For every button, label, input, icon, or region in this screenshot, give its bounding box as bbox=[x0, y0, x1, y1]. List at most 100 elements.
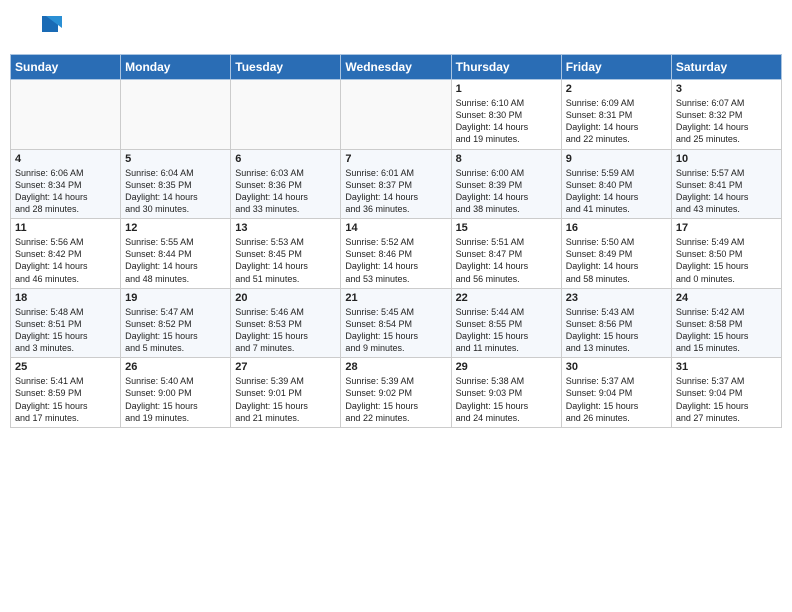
day-info: Sunrise: 5:57 AM Sunset: 8:41 PM Dayligh… bbox=[676, 167, 777, 216]
day-info: Sunrise: 6:04 AM Sunset: 8:35 PM Dayligh… bbox=[125, 167, 226, 216]
day-number: 15 bbox=[456, 222, 557, 234]
week-row-2: 4Sunrise: 6:06 AM Sunset: 8:34 PM Daylig… bbox=[11, 149, 782, 219]
day-info: Sunrise: 5:49 AM Sunset: 8:50 PM Dayligh… bbox=[676, 236, 777, 285]
week-row-1: 1 Sunrise: 6:10 AM Sunset: 8:30 PM Daylig… bbox=[11, 80, 782, 150]
day-info: Sunrise: 5:39 AM Sunset: 9:02 PM Dayligh… bbox=[345, 375, 446, 424]
day-number: 16 bbox=[566, 222, 667, 234]
day-info: Sunrise: 5:56 AM Sunset: 8:42 PM Dayligh… bbox=[15, 236, 116, 285]
day-number: 20 bbox=[235, 292, 336, 304]
logo-icon bbox=[18, 12, 62, 48]
weekday-header-wednesday: Wednesday bbox=[341, 55, 451, 80]
day-number: 3 bbox=[676, 83, 777, 95]
day-number: 12 bbox=[125, 222, 226, 234]
day-info: Sunrise: 5:44 AM Sunset: 8:55 PM Dayligh… bbox=[456, 306, 557, 355]
weekday-header-sunday: Sunday bbox=[11, 55, 121, 80]
day-info: Sunrise: 5:50 AM Sunset: 8:49 PM Dayligh… bbox=[566, 236, 667, 285]
day-cell: 24 Sunrise: 5:42 AM Sunset: 8:58 PM Dayli… bbox=[671, 288, 781, 358]
day-number: 24 bbox=[676, 292, 777, 304]
day-cell: 10 Sunrise: 5:57 AM Sunset: 8:41 PM Dayli… bbox=[671, 149, 781, 219]
day-info: Sunrise: 5:38 AM Sunset: 9:03 PM Dayligh… bbox=[456, 375, 557, 424]
weekday-header-tuesday: Tuesday bbox=[231, 55, 341, 80]
weekday-header-friday: Friday bbox=[561, 55, 671, 80]
day-info: Sunrise: 6:07 AM Sunset: 8:32 PM Dayligh… bbox=[676, 97, 777, 146]
day-info: Sunrise: 5:52 AM Sunset: 8:46 PM Dayligh… bbox=[345, 236, 446, 285]
day-number: 14 bbox=[345, 222, 446, 234]
day-number: 8 bbox=[456, 153, 557, 165]
day-cell: 25 Sunrise: 5:41 AM Sunset: 8:59 PM Dayli… bbox=[11, 358, 121, 428]
day-cell: 2Sunrise: 6:09 AM Sunset: 8:31 PM Daylig… bbox=[561, 80, 671, 150]
day-cell: 20 Sunrise: 5:46 AM Sunset: 8:53 PM Dayli… bbox=[231, 288, 341, 358]
day-info: Sunrise: 5:51 AM Sunset: 8:47 PM Dayligh… bbox=[456, 236, 557, 285]
day-info: Sunrise: 6:10 AM Sunset: 8:30 PM Dayligh… bbox=[456, 97, 557, 146]
day-cell: 1 Sunrise: 6:10 AM Sunset: 8:30 PM Daylig… bbox=[451, 80, 561, 150]
day-number: 10 bbox=[676, 153, 777, 165]
day-number: 11 bbox=[15, 222, 116, 234]
day-info: Sunrise: 5:47 AM Sunset: 8:52 PM Dayligh… bbox=[125, 306, 226, 355]
weekday-header-saturday: Saturday bbox=[671, 55, 781, 80]
day-cell: 5 Sunrise: 6:04 AM Sunset: 8:35 PM Daylig… bbox=[121, 149, 231, 219]
day-info: Sunrise: 5:45 AM Sunset: 8:54 PM Dayligh… bbox=[345, 306, 446, 355]
day-number: 7 bbox=[345, 153, 446, 165]
day-cell: 21 Sunrise: 5:45 AM Sunset: 8:54 PM Dayli… bbox=[341, 288, 451, 358]
day-number: 25 bbox=[15, 361, 116, 373]
day-cell bbox=[121, 80, 231, 150]
day-number: 21 bbox=[345, 292, 446, 304]
day-info: Sunrise: 5:48 AM Sunset: 8:51 PM Dayligh… bbox=[15, 306, 116, 355]
day-cell: 17 Sunrise: 5:49 AM Sunset: 8:50 PM Dayli… bbox=[671, 219, 781, 289]
day-info: Sunrise: 6:03 AM Sunset: 8:36 PM Dayligh… bbox=[235, 167, 336, 216]
day-cell: 11 Sunrise: 5:56 AM Sunset: 8:42 PM Dayli… bbox=[11, 219, 121, 289]
day-info: Sunrise: 6:01 AM Sunset: 8:37 PM Dayligh… bbox=[345, 167, 446, 216]
week-row-4: 18 Sunrise: 5:48 AM Sunset: 8:51 PM Dayli… bbox=[11, 288, 782, 358]
day-info: Sunrise: 6:00 AM Sunset: 8:39 PM Dayligh… bbox=[456, 167, 557, 216]
day-cell: 4Sunrise: 6:06 AM Sunset: 8:34 PM Daylig… bbox=[11, 149, 121, 219]
day-info: Sunrise: 5:46 AM Sunset: 8:53 PM Dayligh… bbox=[235, 306, 336, 355]
day-info: Sunrise: 5:55 AM Sunset: 8:44 PM Dayligh… bbox=[125, 236, 226, 285]
day-number: 5 bbox=[125, 153, 226, 165]
header bbox=[0, 0, 792, 54]
weekday-header-monday: Monday bbox=[121, 55, 231, 80]
day-cell: 9 Sunrise: 5:59 AM Sunset: 8:40 PM Daylig… bbox=[561, 149, 671, 219]
day-number: 17 bbox=[676, 222, 777, 234]
day-info: Sunrise: 6:09 AM Sunset: 8:31 PM Dayligh… bbox=[566, 97, 667, 146]
day-cell: 8 Sunrise: 6:00 AM Sunset: 8:39 PM Daylig… bbox=[451, 149, 561, 219]
day-cell: 27 Sunrise: 5:39 AM Sunset: 9:01 PM Dayli… bbox=[231, 358, 341, 428]
day-cell: 19 Sunrise: 5:47 AM Sunset: 8:52 PM Dayli… bbox=[121, 288, 231, 358]
day-cell: 31 Sunrise: 5:37 AM Sunset: 9:04 PM Dayli… bbox=[671, 358, 781, 428]
day-number: 19 bbox=[125, 292, 226, 304]
day-cell: 26Sunrise: 5:40 AM Sunset: 9:00 PM Dayli… bbox=[121, 358, 231, 428]
day-number: 18 bbox=[15, 292, 116, 304]
day-cell: 3 Sunrise: 6:07 AM Sunset: 8:32 PM Daylig… bbox=[671, 80, 781, 150]
day-number: 31 bbox=[676, 361, 777, 373]
day-cell: 15 Sunrise: 5:51 AM Sunset: 8:47 PM Dayli… bbox=[451, 219, 561, 289]
day-number: 23 bbox=[566, 292, 667, 304]
calendar-table: SundayMondayTuesdayWednesdayThursdayFrid… bbox=[10, 54, 782, 428]
week-row-5: 25 Sunrise: 5:41 AM Sunset: 8:59 PM Dayli… bbox=[11, 358, 782, 428]
day-cell bbox=[11, 80, 121, 150]
day-cell: 30 Sunrise: 5:37 AM Sunset: 9:04 PM Dayli… bbox=[561, 358, 671, 428]
day-number: 6 bbox=[235, 153, 336, 165]
day-cell bbox=[231, 80, 341, 150]
day-number: 1 bbox=[456, 83, 557, 95]
day-number: 26 bbox=[125, 361, 226, 373]
day-cell: 22Sunrise: 5:44 AM Sunset: 8:55 PM Dayli… bbox=[451, 288, 561, 358]
day-cell: 28 Sunrise: 5:39 AM Sunset: 9:02 PM Dayli… bbox=[341, 358, 451, 428]
day-number: 9 bbox=[566, 153, 667, 165]
day-info: Sunrise: 5:59 AM Sunset: 8:40 PM Dayligh… bbox=[566, 167, 667, 216]
day-cell: 14 Sunrise: 5:52 AM Sunset: 8:46 PM Dayli… bbox=[341, 219, 451, 289]
day-number: 28 bbox=[345, 361, 446, 373]
day-number: 30 bbox=[566, 361, 667, 373]
day-cell: 16 Sunrise: 5:50 AM Sunset: 8:49 PM Dayli… bbox=[561, 219, 671, 289]
day-info: Sunrise: 5:37 AM Sunset: 9:04 PM Dayligh… bbox=[566, 375, 667, 424]
day-cell: 12 Sunrise: 5:55 AM Sunset: 8:44 PM Dayli… bbox=[121, 219, 231, 289]
day-info: Sunrise: 5:42 AM Sunset: 8:58 PM Dayligh… bbox=[676, 306, 777, 355]
day-info: Sunrise: 5:39 AM Sunset: 9:01 PM Dayligh… bbox=[235, 375, 336, 424]
day-info: Sunrise: 5:53 AM Sunset: 8:45 PM Dayligh… bbox=[235, 236, 336, 285]
day-info: Sunrise: 5:37 AM Sunset: 9:04 PM Dayligh… bbox=[676, 375, 777, 424]
day-number: 4 bbox=[15, 153, 116, 165]
page: SundayMondayTuesdayWednesdayThursdayFrid… bbox=[0, 0, 792, 612]
day-info: Sunrise: 5:41 AM Sunset: 8:59 PM Dayligh… bbox=[15, 375, 116, 424]
weekday-header-row: SundayMondayTuesdayWednesdayThursdayFrid… bbox=[11, 55, 782, 80]
day-cell: 29Sunrise: 5:38 AM Sunset: 9:03 PM Dayli… bbox=[451, 358, 561, 428]
day-cell: 7 Sunrise: 6:01 AM Sunset: 8:37 PM Daylig… bbox=[341, 149, 451, 219]
day-number: 27 bbox=[235, 361, 336, 373]
